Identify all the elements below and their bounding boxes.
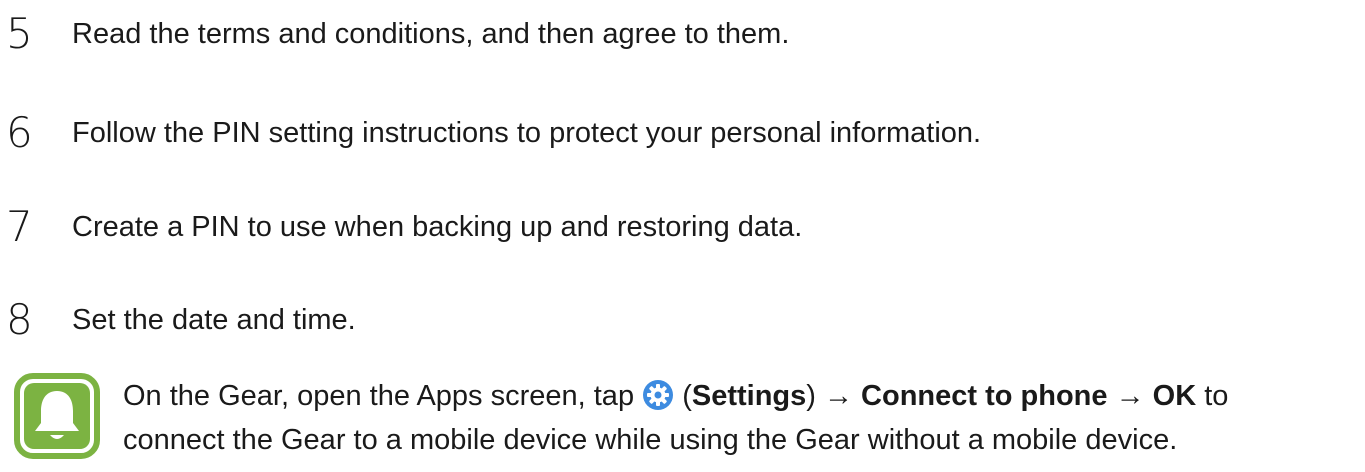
step-text: Read the terms and conditions, and then … xyxy=(72,17,790,50)
note-line-1: On the Gear, open the Apps screen, tap (… xyxy=(123,374,1353,418)
note-line-2: connect the Gear to a mobile device whil… xyxy=(123,424,1178,456)
step-text: Set the date and time. xyxy=(72,303,356,336)
step-number: 7 xyxy=(6,202,33,251)
note-block: On the Gear, open the Apps screen, tap (… xyxy=(0,366,1365,466)
note-text-segment: to xyxy=(1196,380,1229,412)
bell-icon xyxy=(14,373,100,459)
note-text: On the Gear, open the Apps screen, tap (… xyxy=(123,374,1353,462)
step-text: Create a PIN to use when backing up and … xyxy=(72,210,803,243)
step-number: 6 xyxy=(6,108,33,157)
note-text-segment: ) → xyxy=(806,380,862,412)
note-text-segment: → xyxy=(1107,380,1153,412)
step-text: Follow the PIN setting instructions to p… xyxy=(72,116,982,149)
step-number: 8 xyxy=(6,295,33,344)
step-number: 5 xyxy=(6,9,33,58)
ok-label: OK xyxy=(1152,380,1197,412)
note-text-segment: ( xyxy=(674,380,692,412)
settings-gear-icon xyxy=(643,380,674,410)
settings-label: Settings xyxy=(691,380,807,412)
note-text-segment: On the Gear, open the Apps screen, tap xyxy=(123,380,643,412)
connect-to-phone-label: Connect to phone xyxy=(861,380,1108,412)
